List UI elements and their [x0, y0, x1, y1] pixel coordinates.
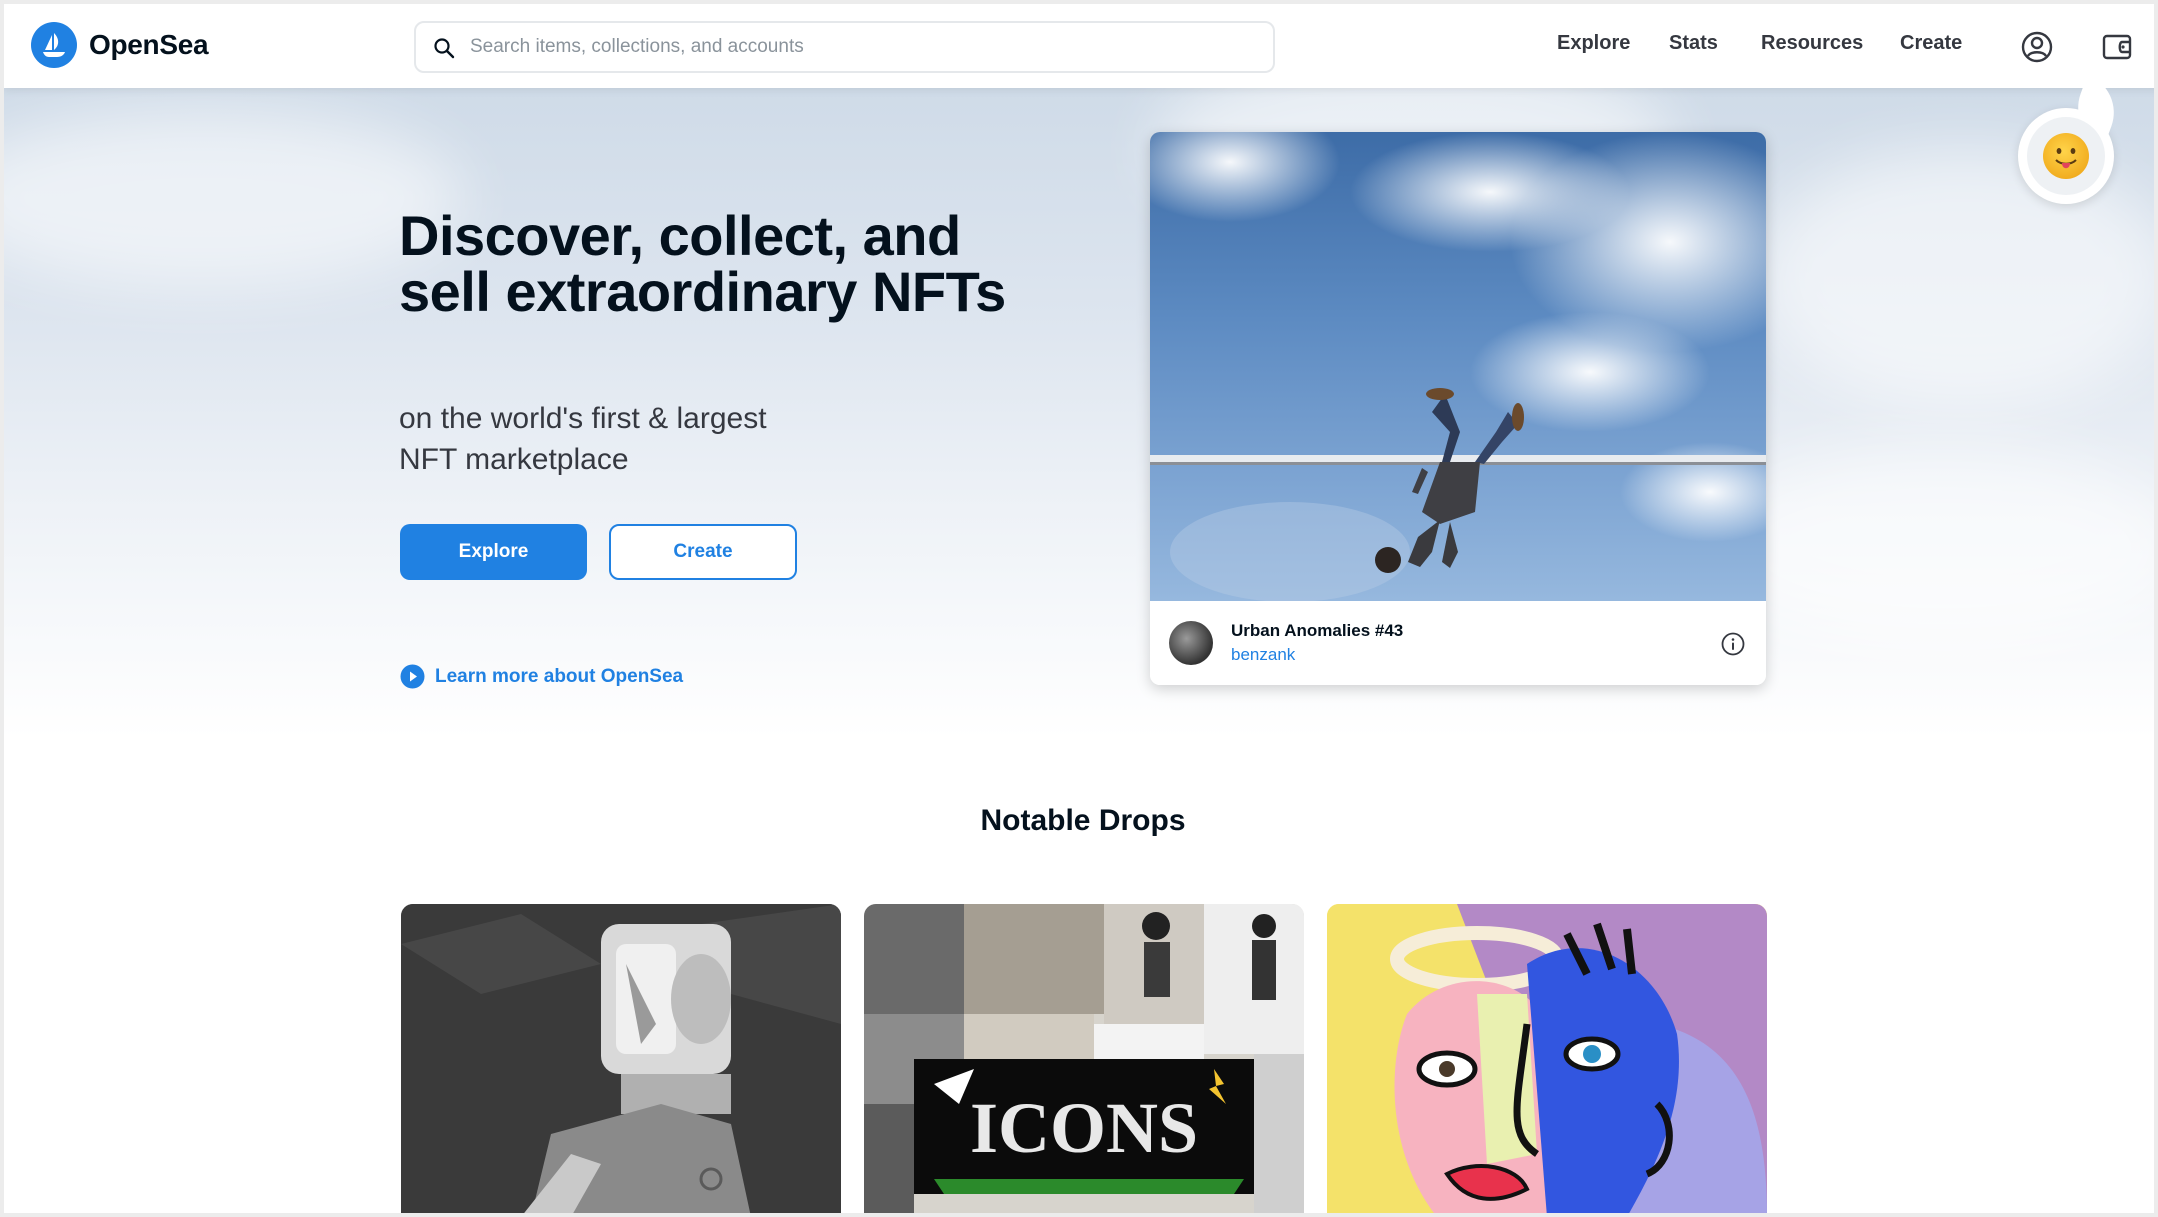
search-input[interactable]	[470, 36, 1273, 58]
emoji-chat-bubble[interactable]	[2018, 108, 2114, 204]
creator-avatar[interactable]	[1169, 621, 1213, 665]
nav-create[interactable]: Create	[1900, 32, 1962, 55]
notable-drop-card[interactable]: ICONS	[864, 904, 1304, 1213]
nav-stats[interactable]: Stats	[1669, 32, 1718, 55]
top-navbar: OpenSea Explore Stats Resources Create	[4, 4, 2154, 88]
creator-link[interactable]: benzank	[1231, 645, 1295, 665]
nav-explore[interactable]: Explore	[1557, 32, 1630, 55]
search-bar[interactable]	[414, 21, 1275, 73]
browser-frame: OpenSea Explore Stats Resources Create	[0, 0, 2158, 1217]
abstract-face-artwork	[1327, 904, 1767, 1213]
background-cloud	[1704, 448, 2154, 648]
play-circle-icon	[400, 664, 425, 689]
icons-collage-artwork: ICONS	[864, 904, 1304, 1213]
wallet-icon[interactable]	[2100, 30, 2134, 64]
search-icon	[434, 38, 455, 59]
logo-text: OpenSea	[89, 29, 209, 60]
featured-nft-card[interactable]: Urban Anomalies #43 benzank	[1150, 132, 1766, 685]
background-cloud	[4, 108, 464, 288]
explore-button[interactable]: Explore	[400, 524, 587, 580]
tongue-emoji-icon	[2043, 133, 2089, 179]
notable-drops-title: Notable Drops	[980, 804, 1186, 837]
account-icon[interactable]	[2020, 30, 2054, 64]
opensea-logo[interactable]: OpenSea	[31, 22, 209, 68]
icons-title-text: ICONS	[970, 1088, 1198, 1168]
robot-artwork	[401, 904, 841, 1213]
hero-title: Discover, collect, and sell extraordinar…	[399, 204, 1006, 323]
hero-section: Discover, collect, and sell extraordinar…	[4, 88, 2154, 738]
create-button[interactable]: Create	[609, 524, 797, 580]
info-icon[interactable]	[1720, 631, 1746, 657]
emoji-inner	[2027, 117, 2105, 195]
nav-resources[interactable]: Resources	[1761, 32, 1863, 55]
learn-more-link[interactable]: Learn more about OpenSea	[400, 664, 683, 689]
notable-drop-card[interactable]	[1327, 904, 1767, 1213]
featured-nft-image	[1150, 132, 1766, 601]
featured-nft-meta: Urban Anomalies #43 benzank	[1150, 601, 1766, 685]
hero-subtitle: on the world's first & largest NFT marke…	[399, 402, 767, 476]
opensea-logo-icon	[31, 22, 77, 68]
nft-name[interactable]: Urban Anomalies #43	[1231, 621, 1403, 641]
notable-drop-card[interactable]	[401, 904, 841, 1213]
learn-more-label: Learn more about OpenSea	[435, 665, 684, 687]
